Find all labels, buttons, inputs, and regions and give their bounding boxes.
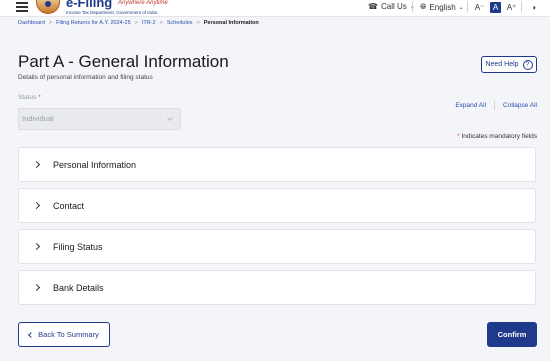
- required-mark: *: [38, 94, 41, 101]
- help-icon: ?: [522, 59, 533, 70]
- status-select[interactable]: Individual: [18, 108, 181, 130]
- status-label: Status *: [18, 94, 41, 101]
- divider: [412, 1, 413, 12]
- section-personal-information[interactable]: Personal Information: [18, 147, 536, 182]
- phone-icon: ☎: [368, 2, 378, 11]
- divider: [494, 101, 496, 110]
- status-value: Individual: [22, 114, 54, 123]
- mandatory-note-text: Indicates mandatory fields: [461, 133, 537, 140]
- section-label: Contact: [53, 200, 85, 211]
- sections-accordion: Personal Information Contact Filing Stat…: [18, 147, 536, 311]
- back-to-summary-button[interactable]: Back To Summary: [18, 322, 110, 347]
- need-help-label: Need Help: [485, 61, 519, 68]
- page-title: Part A - General Information: [18, 52, 229, 71]
- call-us-menu[interactable]: ☎ Call Us ⌄: [368, 2, 415, 11]
- breadcrumb-itr2[interactable]: ITR-2: [142, 20, 156, 26]
- chevron-right-icon: [32, 160, 41, 169]
- emblem-logo-icon: [36, 0, 60, 14]
- chevron-right-icon: [32, 283, 41, 292]
- breadcrumb-schedules[interactable]: Schedules: [167, 20, 193, 26]
- chevron-right-icon: [32, 201, 41, 210]
- need-help-button[interactable]: Need Help ?: [481, 56, 537, 73]
- language-label: English: [429, 2, 456, 12]
- divider: [521, 1, 522, 12]
- contrast-icon[interactable]: ◑: [528, 2, 539, 13]
- font-normal-button[interactable]: A: [490, 2, 501, 13]
- section-label: Bank Details: [53, 282, 104, 293]
- logo-subtitle: Income Tax Department, Government of Ind…: [66, 10, 157, 15]
- status-label-text: Status: [18, 94, 37, 101]
- breadcrumb-separator-icon: >: [48, 20, 53, 26]
- expand-all-link[interactable]: Expand All: [455, 102, 486, 109]
- chevron-down-icon: ⌄: [458, 4, 464, 11]
- chevron-right-icon: [32, 242, 41, 251]
- section-label: Personal Information: [53, 159, 137, 170]
- breadcrumb-separator-icon: >: [134, 20, 138, 26]
- expand-collapse-links: Expand All Collapse All: [455, 101, 537, 110]
- confirm-button[interactable]: Confirm: [487, 322, 537, 347]
- top-header: e-Filing Anywhere Anytime Income Tax Dep…: [0, 0, 550, 17]
- section-label: Filing Status: [53, 241, 103, 252]
- language-selector[interactable]: 🌐︎ English ⌄: [420, 2, 464, 12]
- breadcrumb: Dashboard > Filing Returns for A.Y. 2024…: [18, 20, 259, 26]
- chevron-left-icon: [28, 331, 34, 338]
- chevron-down-icon: [167, 115, 173, 121]
- required-mark: *: [457, 133, 460, 140]
- breadcrumb-filing-returns[interactable]: Filing Returns for A.Y. 2024-25: [56, 20, 131, 26]
- breadcrumb-current: Personal Information: [203, 20, 259, 26]
- page-subtitle: Details of personal information and fili…: [18, 74, 153, 81]
- breadcrumb-separator-icon: >: [159, 20, 163, 26]
- back-to-summary-label: Back To Summary: [38, 330, 99, 339]
- mandatory-note: * Indicates mandatory fields: [457, 133, 537, 140]
- logo-tagline: Anywhere Anytime: [118, 0, 168, 6]
- call-us-label: Call Us: [380, 2, 407, 11]
- collapse-all-link[interactable]: Collapse All: [503, 102, 537, 109]
- divider: [467, 1, 468, 12]
- menu-icon[interactable]: [16, 2, 28, 12]
- logo-title[interactable]: e-Filing: [66, 0, 112, 10]
- font-decrease-button[interactable]: A⁻: [474, 2, 485, 13]
- breadcrumb-dashboard[interactable]: Dashboard: [18, 20, 45, 26]
- breadcrumb-separator-icon: >: [196, 20, 200, 26]
- section-filing-status[interactable]: Filing Status: [18, 229, 536, 264]
- section-bank-details[interactable]: Bank Details: [18, 270, 536, 305]
- section-contact[interactable]: Contact: [18, 188, 536, 223]
- font-increase-button[interactable]: A⁺: [506, 2, 517, 13]
- globe-icon: 🌐︎: [420, 2, 427, 11]
